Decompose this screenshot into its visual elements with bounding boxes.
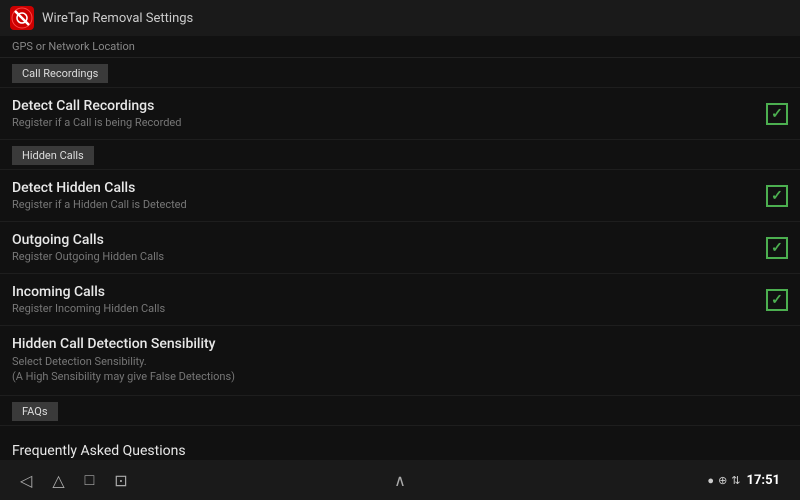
sensitivity-subtitle: Select Detection Sensibility. (A High Se… [12, 354, 788, 385]
detect-hidden-calls-checkbox[interactable] [766, 185, 788, 207]
call-recordings-section-header: Call Recordings [0, 58, 800, 88]
settings-content: GPS or Network Location Call Recordings … [0, 36, 800, 460]
title-bar: WireTap Removal Settings [0, 0, 800, 36]
outgoing-calls-subtitle: Register Outgoing Hidden Calls [12, 250, 756, 263]
detect-hidden-calls-text: Detect Hidden Calls Register if a Hidden… [12, 180, 756, 211]
screenshot-button[interactable]: ⊡ [114, 471, 127, 490]
detect-call-recordings-title: Detect Call Recordings [12, 98, 756, 114]
hidden-calls-section-header: Hidden Calls [0, 140, 800, 170]
incoming-calls-title: Incoming Calls [12, 284, 756, 300]
faqs-title: Frequently Asked Questions [12, 443, 186, 459]
hidden-calls-badge: Hidden Calls [12, 146, 94, 165]
app-title: WireTap Removal Settings [42, 11, 193, 26]
detect-call-recordings-subtitle: Register if a Call is being Recorded [12, 116, 756, 129]
wifi-icon: ⊕ [718, 474, 727, 487]
sensitivity-title: Hidden Call Detection Sensibility [12, 336, 788, 352]
data-icon: ⇅ [731, 474, 740, 487]
faqs-row[interactable]: Frequently Asked Questions [0, 426, 800, 460]
detect-call-recordings-text: Detect Call Recordings Register if a Cal… [12, 98, 756, 129]
incoming-calls-text: Incoming Calls Register Incoming Hidden … [12, 284, 756, 315]
incoming-calls-row[interactable]: Incoming Calls Register Incoming Hidden … [0, 274, 800, 326]
nav-left-group: ◁ △ □ ⊡ [20, 470, 128, 490]
incoming-calls-checkbox[interactable] [766, 289, 788, 311]
faqs-badge: FAQs [12, 402, 58, 421]
back-button[interactable]: ◁ [20, 471, 32, 490]
status-icons: ● ⊕ ⇅ [707, 474, 740, 487]
call-recordings-badge: Call Recordings [12, 64, 108, 83]
gps-hint-row: GPS or Network Location [0, 36, 800, 58]
app-icon [10, 6, 34, 30]
gps-hint-text: GPS or Network Location [12, 40, 135, 53]
incoming-calls-subtitle: Register Incoming Hidden Calls [12, 302, 756, 315]
detect-call-recordings-checkbox[interactable] [766, 103, 788, 125]
signal-icon: ● [707, 474, 714, 487]
recents-button[interactable]: □ [85, 470, 95, 490]
outgoing-calls-checkbox[interactable] [766, 237, 788, 259]
nav-bar: ◁ △ □ ⊡ ∧ ● ⊕ ⇅ 17:51 [0, 460, 800, 500]
outgoing-calls-text: Outgoing Calls Register Outgoing Hidden … [12, 232, 756, 263]
detect-hidden-calls-subtitle: Register if a Hidden Call is Detected [12, 198, 756, 211]
detect-hidden-calls-title: Detect Hidden Calls [12, 180, 756, 196]
detect-call-recordings-row[interactable]: Detect Call Recordings Register if a Cal… [0, 88, 800, 140]
clock: 17:51 [747, 473, 781, 488]
sensitivity-row[interactable]: Hidden Call Detection Sensibility Select… [0, 326, 800, 396]
up-button[interactable]: ∧ [394, 471, 406, 490]
outgoing-calls-row[interactable]: Outgoing Calls Register Outgoing Hidden … [0, 222, 800, 274]
nav-center-group: ∧ [394, 471, 406, 490]
outgoing-calls-title: Outgoing Calls [12, 232, 756, 248]
detect-hidden-calls-row[interactable]: Detect Hidden Calls Register if a Hidden… [0, 170, 800, 222]
faqs-section-header: FAQs [0, 396, 800, 426]
nav-right-group: ● ⊕ ⇅ 17:51 [707, 473, 780, 488]
home-button[interactable]: △ [52, 471, 64, 490]
